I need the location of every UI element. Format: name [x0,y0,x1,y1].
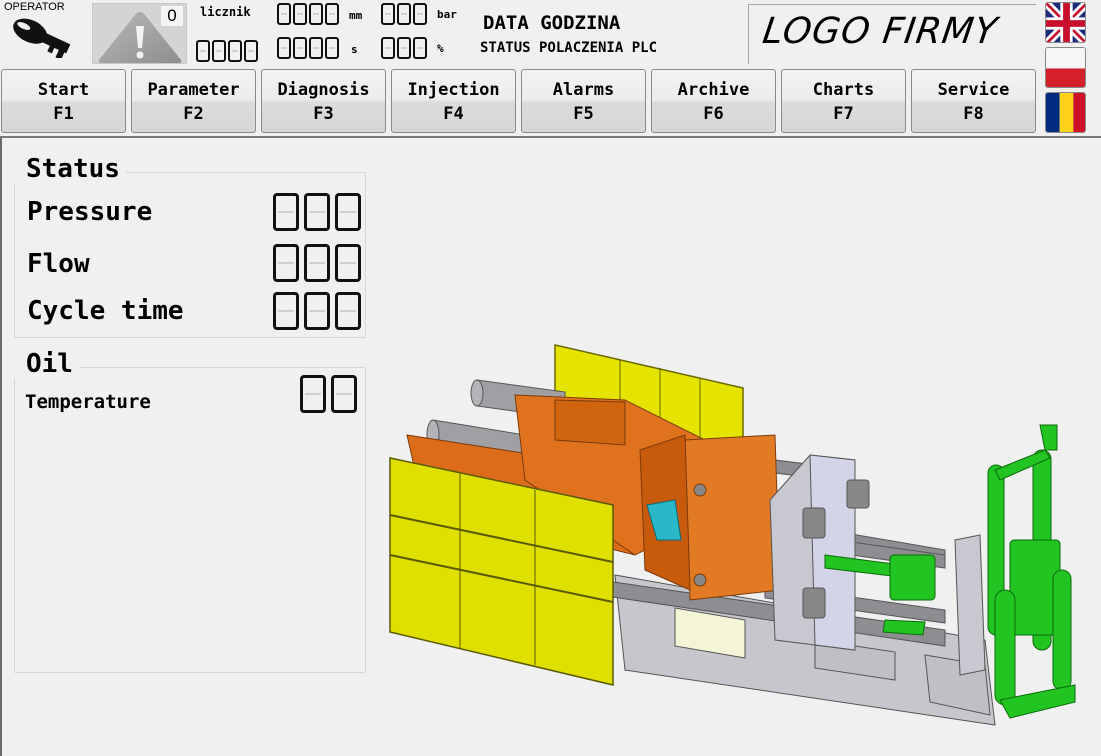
nav-label: Injection [407,80,500,100]
nav-key: F6 [703,104,724,124]
nav-label: Charts [812,80,875,100]
operator-label: OPERATOR [4,1,65,13]
flag-pl-icon [1046,48,1085,87]
cycle-time-label: Cycle time [27,296,184,326]
alarm-button[interactable]: 0 [92,3,187,64]
language-english-button[interactable] [1045,2,1086,43]
machine-illustration [389,344,1076,726]
nav-label: Archive [677,80,750,100]
time-unit: s [351,43,358,56]
plc-status: STATUS POLACZENIA PLC [480,40,658,56]
nav-diagnosis-button[interactable]: Diagnosis F3 [261,69,386,133]
oil-panel-title: Oil [14,350,79,378]
flag-uk-icon [1046,3,1085,42]
nav-key: F3 [313,104,334,124]
nav-parameter-button[interactable]: Parameter F2 [131,69,256,133]
fixed-platen [769,454,870,651]
cycle-time-value-display [273,292,361,330]
counter-label: licznik [200,5,251,19]
time-display [277,37,339,59]
nav-key: F5 [573,104,594,124]
date-time: DATA GODZINA [483,12,621,34]
nav-key: F8 [963,104,984,124]
nav-key: F7 [833,104,854,124]
pressure-display [381,3,427,25]
nav-label: Service [937,80,1010,100]
temperature-value-display [300,375,357,413]
nav-label: Parameter [147,80,240,100]
nav-archive-button[interactable]: Archive F6 [651,69,776,133]
language-polish-button[interactable] [1045,47,1086,88]
pressure-value-display [273,193,361,231]
nav-label: Diagnosis [277,80,370,100]
status-panel-title: Status [14,155,126,183]
counter-display [196,40,258,62]
nav-label: Alarms [552,80,615,100]
percent-display [381,37,427,59]
flag-ro-icon [1046,93,1085,132]
percent-unit: % [437,42,444,55]
flow-label: Flow [27,249,90,279]
nav-label: Start [37,80,90,100]
position-unit: mm [349,9,363,22]
nav-charts-button[interactable]: Charts F7 [781,69,906,133]
temperature-label: Temperature [25,391,151,413]
nav-key: F4 [443,104,464,124]
nav-alarms-button[interactable]: Alarms F5 [521,69,646,133]
pressure-unit: bar [437,8,457,21]
rear-plate [954,534,986,676]
key-icon[interactable] [10,14,74,60]
alarm-count: 0 [161,6,183,26]
nav-key: F2 [183,104,204,124]
pressure-label: Pressure [27,197,153,227]
nav-injection-button[interactable]: Injection F4 [391,69,516,133]
position-display [277,3,339,25]
window-edge [0,138,2,756]
flow-value-display [273,244,361,282]
nav-start-button[interactable]: Start F1 [1,69,126,133]
company-logo: LOGO FIRMY [748,4,1036,64]
logo-text: LOGO FIRMY [760,11,1001,52]
language-romanian-button[interactable] [1045,92,1086,133]
divider [0,136,1101,138]
nav-key: F1 [53,104,74,124]
nav-service-button[interactable]: Service F8 [911,69,1036,133]
